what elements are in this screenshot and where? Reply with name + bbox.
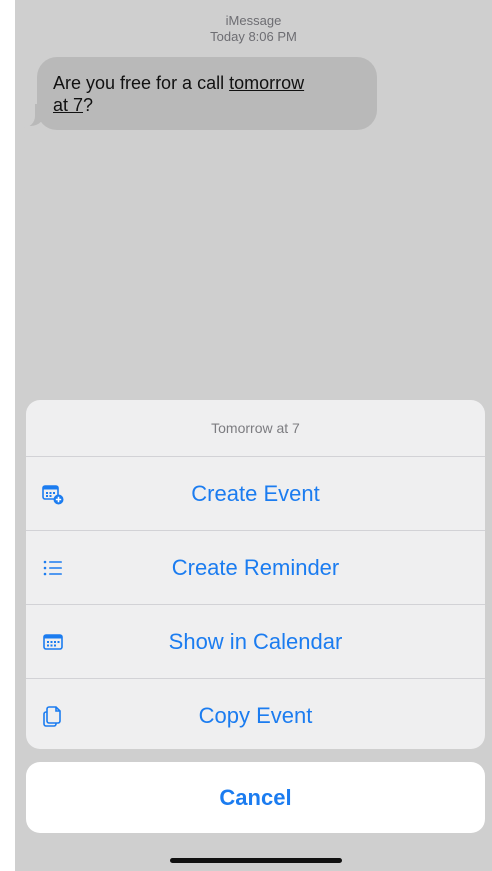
action-sheet-title: Tomorrow at 7 bbox=[26, 400, 485, 457]
message-bubble[interactable]: Are you free for a call tomorrow at 7? bbox=[37, 57, 377, 130]
show-in-calendar-label: Show in Calendar bbox=[168, 629, 343, 654]
service-label: iMessage bbox=[225, 13, 282, 28]
message-text-end: ? bbox=[83, 95, 94, 115]
date-link-time[interactable]: at 7 bbox=[53, 95, 83, 115]
copy-event-button[interactable]: Copy Event bbox=[26, 679, 485, 749]
timestamp: Today 8:06 PM bbox=[210, 29, 297, 44]
messages-screen: iMessage Today 8:06 PM Are you free for … bbox=[15, 0, 492, 871]
show-in-calendar-button[interactable]: Show in Calendar bbox=[26, 605, 485, 679]
cancel-button[interactable]: Cancel bbox=[26, 762, 485, 833]
create-event-label: Create Event bbox=[191, 481, 320, 506]
date-link-tomorrow[interactable]: tomorrow bbox=[229, 73, 304, 93]
copy-event-label: Copy Event bbox=[198, 703, 313, 728]
create-reminder-label: Create Reminder bbox=[171, 555, 340, 580]
action-sheet: Tomorrow at 7 Create Event Create Remind… bbox=[26, 400, 485, 749]
message-text: Are you free for a call bbox=[53, 73, 230, 93]
create-reminder-button[interactable]: Create Reminder bbox=[26, 531, 485, 605]
home-indicator[interactable] bbox=[170, 858, 342, 863]
create-event-button[interactable]: Create Event bbox=[26, 457, 485, 531]
thread-header: iMessage Today 8:06 PM bbox=[15, 13, 492, 45]
